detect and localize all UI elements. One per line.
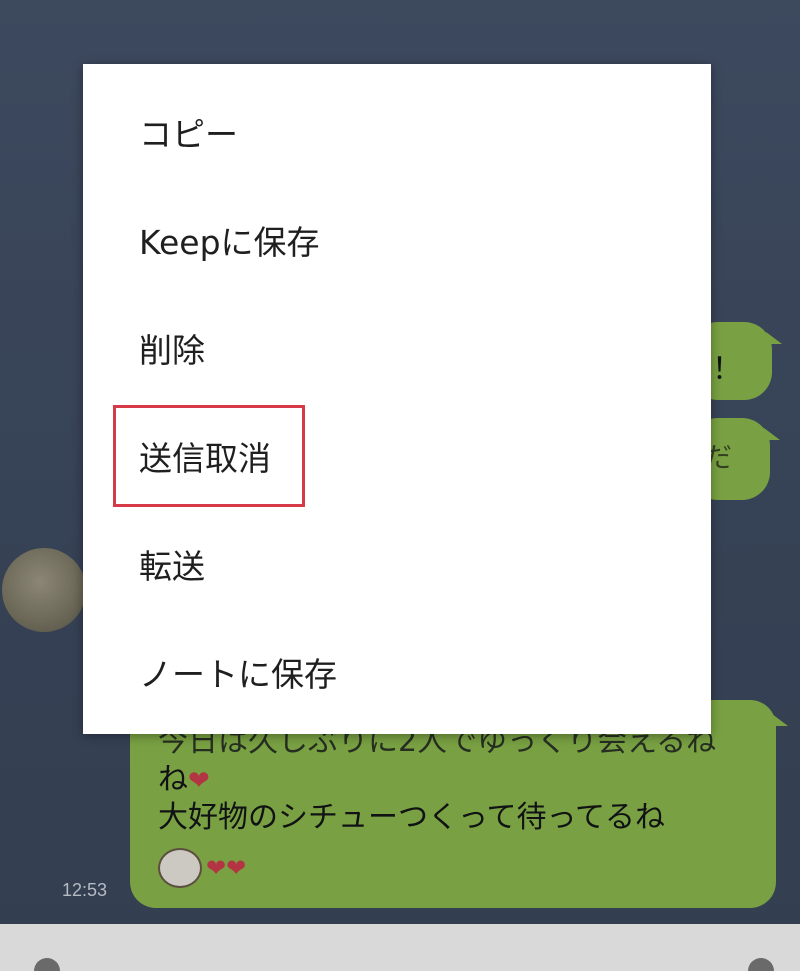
menu-item-copy[interactable]: コピー [83, 78, 711, 186]
menu-item-delete[interactable]: 削除 [83, 294, 711, 402]
menu-item-unsend[interactable]: 送信取消 [83, 402, 711, 510]
input-bar[interactable] [0, 924, 800, 971]
message-context-menu: コピー Keepに保存 削除 送信取消 転送 ノートに保存 [83, 64, 711, 734]
menu-item-forward[interactable]: 転送 [83, 510, 711, 618]
menu-item-keep[interactable]: Keepに保存 [83, 186, 711, 294]
menu-item-save-to-note[interactable]: ノートに保存 [83, 618, 711, 726]
